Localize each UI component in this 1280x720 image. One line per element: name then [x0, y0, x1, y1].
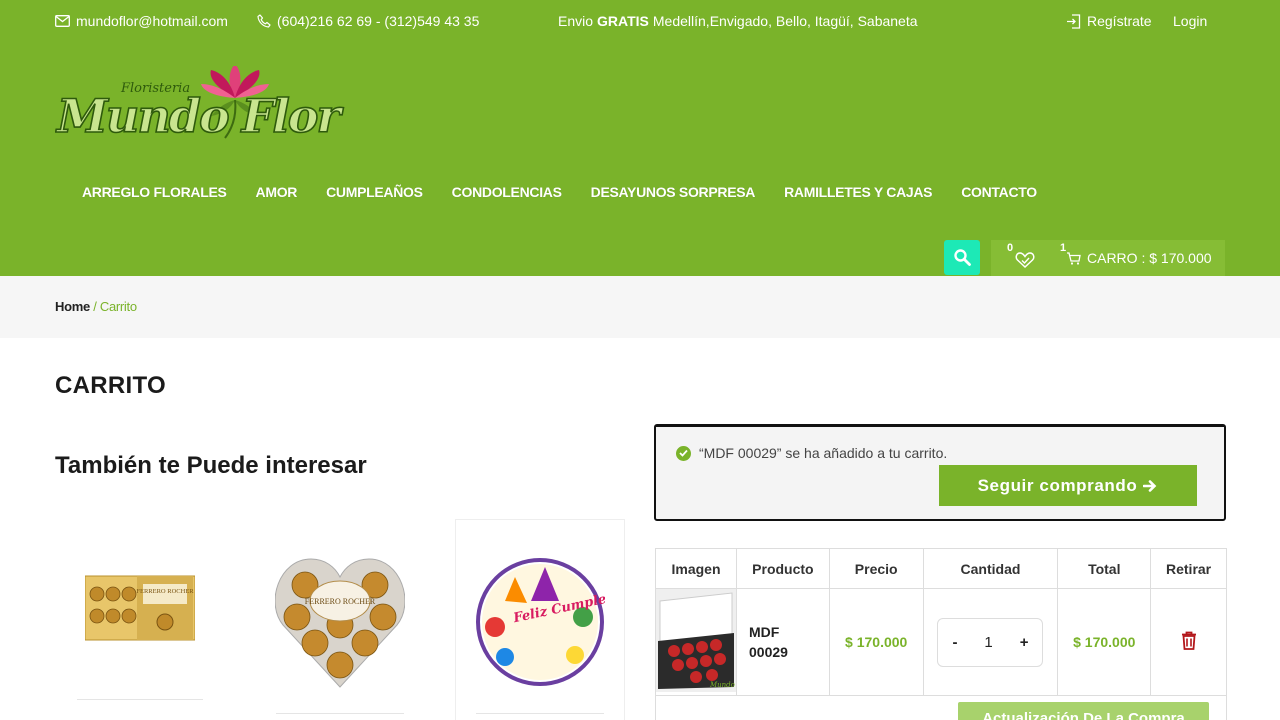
wishlist-button[interactable]: 0: [1005, 242, 1035, 270]
product-name[interactable]: MDF 00029: [736, 588, 830, 696]
header-price: Precio: [828, 548, 924, 589]
nav-condolencias[interactable]: CONDOLENCIAS: [452, 184, 562, 200]
nav-desayunos-sorpresa[interactable]: DESAYUNOS SORPRESA: [591, 184, 756, 200]
birthday-balloon-image: Feliz Cumpleaños: [476, 558, 641, 686]
header-image: Imagen: [655, 548, 737, 589]
quantity-cell: - 1 +: [922, 588, 1059, 696]
cart-button[interactable]: 1 CARRO : $ 170.000: [1060, 242, 1212, 266]
flower-box-thumbnail-image: Mundo Flor: [656, 589, 752, 692]
cart-bar: 0 1 CARRO : $ 170.000: [991, 240, 1225, 276]
qty-increase-button[interactable]: +: [1020, 634, 1029, 651]
product-name-line2: 00029: [749, 644, 788, 660]
trash-icon[interactable]: [1181, 631, 1197, 650]
arrow-right-icon: [1143, 479, 1157, 492]
main-nav: ARREGLO FLORALES AMOR CUMPLEAÑOS CONDOLE…: [82, 184, 1066, 200]
login-text: Login: [1173, 13, 1208, 29]
login-link[interactable]: Login: [1173, 13, 1207, 29]
heart-icon: [1015, 252, 1035, 268]
nav-amor[interactable]: AMOR: [256, 184, 298, 200]
mail-icon: [55, 15, 70, 27]
continue-shopping-label: Seguir comprando: [977, 475, 1138, 495]
email-link[interactable]: mundoflor@hotmail.com: [55, 13, 228, 29]
cart-icon: [1067, 251, 1081, 265]
nav-ramilletes-y-cajas[interactable]: RAMILLETES Y CAJAS: [784, 184, 932, 200]
related-product-1[interactable]: FERRERO ROCHER: [84, 574, 196, 647]
product-divider: [77, 699, 203, 700]
product-divider: [276, 713, 404, 714]
ferrero-heart-image: FERRERO ROCHER: [274, 558, 406, 688]
thumbnail-watermark: Mundo Flor: [709, 681, 736, 689]
phone-icon: [257, 14, 271, 28]
wishlist-count: 0: [1007, 242, 1014, 254]
shipping-free: GRATIS: [597, 13, 649, 29]
sign-in-icon: [1067, 13, 1081, 29]
breadcrumb-separator: /: [89, 299, 100, 314]
nav-arreglo-florales[interactable]: ARREGLO FLORALES: [82, 184, 227, 200]
related-product-2[interactable]: FERRERO ROCHER: [274, 555, 406, 695]
logo-graphic: Floristeria Mundo Flor: [54, 64, 347, 144]
breadcrumb-current: Carrito: [99, 299, 137, 314]
breadcrumb: Home / Carrito: [0, 276, 1280, 338]
remove-cell: [1150, 588, 1227, 696]
header-remove: Retirar: [1150, 548, 1227, 589]
table-row: Mundo Flor MDF 00029 $ 170.000 - 1 + $ 1…: [655, 588, 1227, 696]
nav-cumpleanos[interactable]: CUMPLEAÑOS: [326, 184, 423, 200]
product-thumbnail[interactable]: Mundo Flor: [655, 588, 752, 696]
cart-table-header: Imagen Producto Precio Cantidad Total Re…: [655, 548, 1227, 589]
shipping-info: Envio GRATIS Medellín,Envigado, Bello, I…: [558, 13, 918, 29]
cart-count: 1: [1060, 242, 1067, 254]
phone-link[interactable]: (604)216 62 69 - (312)549 43 35: [257, 13, 479, 29]
quantity-stepper[interactable]: - 1 +: [937, 617, 1044, 667]
phone-text: (604)216 62 69 - (312)549 43 35: [277, 13, 480, 29]
register-link[interactable]: Regístrate: [1066, 13, 1152, 29]
header-total: Total: [1057, 548, 1152, 589]
page-title: CARRITO: [55, 372, 166, 399]
logo-big-text: Mundo Flor: [55, 89, 344, 143]
header-quantity: Cantidad: [922, 548, 1059, 589]
product-price: $ 170.000: [828, 588, 924, 696]
search-icon: [953, 249, 971, 266]
header-product: Producto: [736, 548, 830, 589]
continue-shopping-button[interactable]: Seguir comprando: [939, 465, 1197, 506]
cart-table: Imagen Producto Precio Cantidad Total Re…: [655, 548, 1227, 696]
update-cart-button[interactable]: Actualización De La Compra: [958, 702, 1209, 720]
product-name-line1: MDF: [749, 624, 780, 640]
search-button[interactable]: [944, 240, 980, 275]
shipping-prefix: Envio: [558, 13, 594, 29]
site-logo[interactable]: Floristeria Mundo Flor: [54, 64, 365, 156]
shipping-cities: Medellín,Envigado, Bello, Itagüí, Sabane…: [652, 13, 918, 29]
breadcrumb-home[interactable]: Home: [55, 299, 90, 314]
check-circle-icon: [676, 445, 691, 461]
cart-notice: “MDF 00029” se ha añadido a tu carrito. …: [654, 424, 1226, 521]
notice-message: “MDF 00029” se ha añadido a tu carrito.: [699, 445, 948, 461]
product-divider: [476, 713, 604, 714]
nav-contacto[interactable]: CONTACTO: [961, 184, 1037, 200]
ferrero-box-image: FERRERO ROCHER: [84, 575, 196, 641]
qty-decrease-button[interactable]: -: [952, 634, 957, 651]
product-total: $ 170.000: [1057, 588, 1152, 696]
related-product-3[interactable]: Feliz Cumpleaños: [475, 557, 641, 692]
top-bar: mundoflor@hotmail.com (604)216 62 69 - (…: [0, 0, 1280, 43]
ferrero-box-label: FERRERO ROCHER: [136, 588, 194, 595]
ferrero-heart-label: FERRERO ROCHER: [305, 597, 376, 606]
cart-total: CARRO : $ 170.000: [1087, 250, 1212, 266]
qty-value[interactable]: 1: [984, 634, 992, 651]
related-title: También te Puede interesar: [55, 452, 367, 479]
email-text: mundoflor@hotmail.com: [76, 13, 228, 29]
register-text: Regístrate: [1087, 13, 1152, 29]
